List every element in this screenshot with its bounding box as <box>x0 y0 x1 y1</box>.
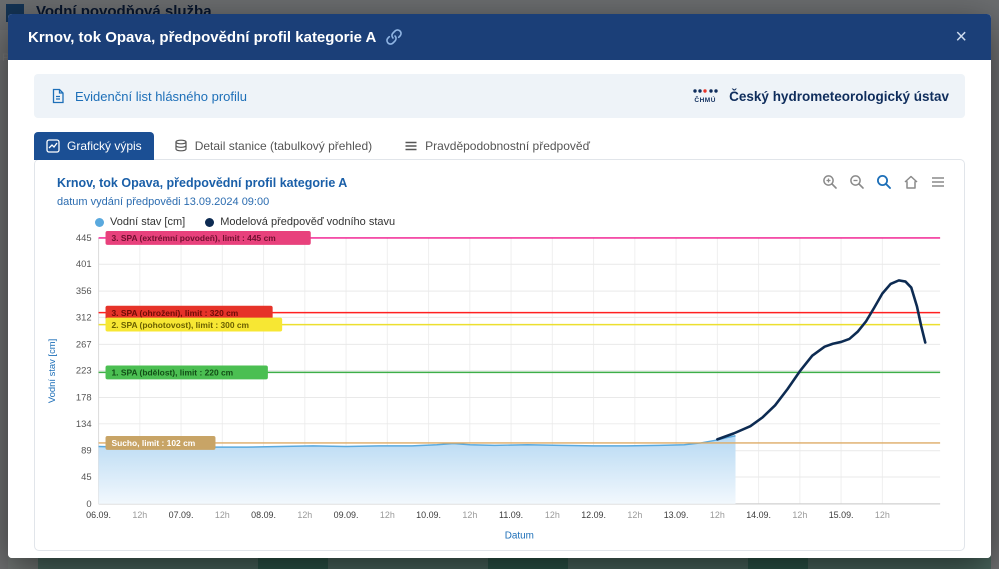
svg-text:Datum: Datum <box>505 531 534 542</box>
tab-label: Pravděpodobnostní předpověď <box>425 139 590 153</box>
svg-text:12h: 12h <box>545 510 560 520</box>
svg-text:1. SPA (bdělost), limit : 220: 1. SPA (bdělost), limit : 220 cm <box>111 368 233 378</box>
zoom-out-icon[interactable] <box>849 174 865 190</box>
svg-text:3. SPA (extrémní povodeň), lim: 3. SPA (extrémní povodeň), limit : 445 c… <box>111 233 275 243</box>
svg-text:06.09.: 06.09. <box>86 510 111 520</box>
svg-text:13.09.: 13.09. <box>664 510 689 520</box>
svg-text:07.09.: 07.09. <box>169 510 194 520</box>
svg-text:267: 267 <box>76 338 92 349</box>
svg-text:12h: 12h <box>462 510 477 520</box>
observed-series-dot <box>95 218 104 227</box>
svg-text:09.09.: 09.09. <box>334 510 359 520</box>
svg-text:2. SPA (pohotovost), limit : 3: 2. SPA (pohotovost), limit : 300 cm <box>111 320 249 330</box>
legend-label: Vodní stav [cm] <box>110 216 185 228</box>
zoom-reset-icon[interactable] <box>876 174 892 190</box>
forecast-series-dot <box>205 218 214 227</box>
chart-card: Krnov, tok Opava, předpovědní profil kat… <box>34 159 965 551</box>
svg-text:14.09.: 14.09. <box>746 510 771 520</box>
legend-item-observed[interactable]: Vodní stav [cm] <box>95 216 185 228</box>
organization: ČHMÚ Český hydrometeorologický ústav <box>691 88 949 105</box>
tab-label: Grafický výpis <box>67 139 142 153</box>
svg-text:12h: 12h <box>710 510 725 520</box>
legend-label: Modelová předpověď vodního stavu <box>220 216 395 228</box>
chart-toolbar <box>822 174 946 190</box>
modal-title-text: Krnov, tok Opava, předpovědní profil kat… <box>28 29 376 46</box>
svg-text:0: 0 <box>86 498 91 509</box>
modal-title: Krnov, tok Opava, předpovědní profil kat… <box>28 29 402 46</box>
tab-label: Detail stanice (tabulkový přehled) <box>195 139 372 153</box>
tab-pravdepodobnostni-predpoved[interactable]: Pravděpodobnostní předpověď <box>392 132 602 160</box>
chmu-logo: ČHMÚ <box>691 88 719 105</box>
svg-text:223: 223 <box>76 365 92 376</box>
svg-text:12h: 12h <box>132 510 147 520</box>
modal-header: Krnov, tok Opava, předpovědní profil kat… <box>8 14 991 60</box>
close-icon[interactable]: × <box>951 25 971 49</box>
svg-text:15.09.: 15.09. <box>829 510 854 520</box>
svg-text:401: 401 <box>76 258 92 269</box>
svg-text:12h: 12h <box>297 510 312 520</box>
svg-text:312: 312 <box>76 311 92 322</box>
svg-text:12h: 12h <box>215 510 230 520</box>
tabs: Grafický výpis Detail stanice (tabulkový… <box>34 132 965 160</box>
svg-text:Vodní stav [cm]: Vodní stav [cm] <box>46 339 57 403</box>
svg-text:12h: 12h <box>792 510 807 520</box>
svg-text:10.09.: 10.09. <box>416 510 441 520</box>
database-icon <box>174 139 188 153</box>
menu-icon[interactable] <box>930 174 946 190</box>
chart-icon <box>46 139 60 153</box>
chart-subtitle: datum vydání předpovědi 13.09.2024 09:00 <box>57 196 956 208</box>
water-level-chart: 06.09. 12h 07.09. 12h 08.09. 12h 09.09. 12h 10.0… <box>43 230 956 546</box>
svg-text:Sucho, limit : 102 cm: Sucho, limit : 102 cm <box>111 438 195 448</box>
svg-text:356: 356 <box>76 285 92 296</box>
svg-text:12h: 12h <box>627 510 642 520</box>
forecast-profile-modal: Krnov, tok Opava, předpovědní profil kat… <box>8 14 991 558</box>
info-bar: Evidenční list hlásného profilu ČHMÚ Čes… <box>34 74 965 118</box>
svg-text:45: 45 <box>81 471 91 482</box>
svg-text:134: 134 <box>76 418 92 429</box>
svg-text:3. SPA (ohrožení), limit : 320: 3. SPA (ohrožení), limit : 320 cm <box>111 308 238 318</box>
tab-graficky-vypis[interactable]: Grafický výpis <box>34 132 154 160</box>
svg-text:11.09.: 11.09. <box>499 510 523 520</box>
tab-detail-stanice[interactable]: Detail stanice (tabulkový přehled) <box>162 132 384 160</box>
home-icon[interactable] <box>903 174 919 190</box>
svg-text:89: 89 <box>81 445 91 456</box>
organization-name: Český hydrometeorologický ústav <box>729 89 949 104</box>
link-icon[interactable] <box>386 29 402 45</box>
zoom-in-icon[interactable] <box>822 174 838 190</box>
svg-text:445: 445 <box>76 232 92 243</box>
modal-body: Evidenční list hlásného profilu ČHMÚ Čes… <box>8 60 991 558</box>
evidence-sheet-link[interactable]: Evidenční list hlásného profilu <box>50 88 247 104</box>
svg-text:12.09.: 12.09. <box>581 510 606 520</box>
pdf-file-icon <box>50 88 66 104</box>
chart-legend: Vodní stav [cm] Modelová předpověď vodní… <box>95 216 956 228</box>
evidence-sheet-link-label: Evidenční list hlásného profilu <box>75 89 247 104</box>
svg-text:12h: 12h <box>380 510 395 520</box>
svg-text:12h: 12h <box>875 510 890 520</box>
lines-icon <box>404 139 418 153</box>
svg-text:08.09.: 08.09. <box>251 510 276 520</box>
svg-text:178: 178 <box>76 391 92 402</box>
chmu-abbr: ČHMÚ <box>694 98 716 105</box>
legend-item-forecast[interactable]: Modelová předpověď vodního stavu <box>205 216 395 228</box>
